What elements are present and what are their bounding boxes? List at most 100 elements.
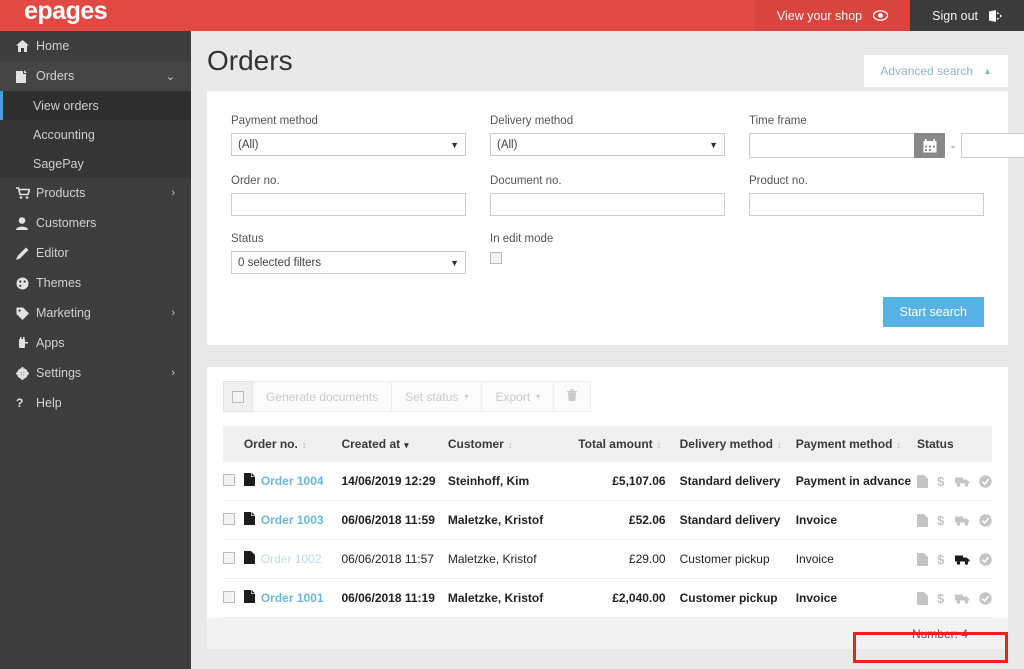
check-circle-icon[interactable] (979, 552, 992, 566)
delivery-method-label: Delivery method (490, 115, 574, 127)
export-label: Export (495, 389, 531, 404)
truck-icon[interactable] (955, 593, 970, 604)
sort-icon: ↕ (301, 440, 307, 450)
header-payment-method[interactable]: Payment method ↕ (795, 426, 917, 462)
page-header: Orders Advanced search ▲ (191, 31, 1024, 91)
generate-documents-button[interactable]: Generate documents (253, 381, 393, 412)
check-circle-icon[interactable] (979, 513, 992, 527)
chevron-down-icon: ⌄ (165, 70, 175, 83)
order-link[interactable]: Order 1002 (243, 551, 322, 567)
export-button[interactable]: Export ▾ (482, 381, 555, 412)
table-row[interactable]: Order 1004 14/06/2019 12:29 Steinhoff, Kim… (223, 462, 992, 501)
check-circle-icon[interactable] (979, 591, 992, 605)
sidebar-item-view-orders[interactable]: View orders (0, 91, 191, 120)
document-icon[interactable] (917, 552, 928, 566)
row-checkbox[interactable] (223, 551, 235, 564)
dollar-icon[interactable]: $ (937, 474, 946, 488)
generate-documents-label: Generate documents (266, 389, 379, 404)
sidebar-item-sagepay[interactable]: SagePay (0, 149, 191, 178)
sidebar-item-settings[interactable]: Settings › (0, 358, 191, 388)
sidebar-item-apps[interactable]: Apps (0, 328, 191, 358)
sidebar-item-products[interactable]: Products › (0, 178, 191, 208)
table-row[interactable]: Order 1002 06/06/2018 11:57 Maletzke, Kris… (223, 539, 992, 579)
sidebar-label-sagepay: SagePay (33, 156, 84, 171)
time-frame-field: Time frame - (749, 115, 1024, 158)
sign-out-button[interactable]: Sign out (910, 0, 1024, 31)
order-document-icon (243, 473, 255, 489)
table-row[interactable]: Order 1001 06/06/2018 11:19 Maletzke, Kris… (223, 578, 992, 618)
sidebar-item-home[interactable]: Home (0, 31, 191, 61)
header-order-no[interactable]: Order no. ↕ (243, 426, 342, 462)
start-search-button[interactable]: Start search (882, 297, 984, 327)
sidebar-label-home: Home (36, 39, 70, 53)
advanced-search-toggle[interactable]: Advanced search ▲ (864, 55, 1008, 87)
sidebar-item-editor[interactable]: Editor (0, 238, 191, 268)
product-no-input[interactable] (749, 193, 984, 216)
document-icon[interactable] (917, 513, 928, 527)
top-bar: epages View your shop Sign out (0, 0, 1024, 31)
row-order-no-cell: Order 1002 (243, 539, 342, 579)
sidebar-item-orders[interactable]: Orders ⌄ (0, 61, 191, 91)
delete-button[interactable] (554, 381, 592, 412)
order-link[interactable]: Order 1003 (243, 512, 324, 528)
sidebar-item-marketing[interactable]: Marketing › (0, 298, 191, 328)
truck-icon[interactable] (955, 515, 970, 526)
dollar-icon[interactable]: $ (937, 591, 946, 605)
orders-table-footer: Number: 4 (207, 618, 1008, 649)
header-delivery-method[interactable]: Delivery method ↕ (679, 426, 796, 462)
document-icon[interactable] (917, 591, 928, 605)
search-row-2: Order no. Document no. Product no. (231, 175, 984, 216)
row-status: $ (917, 578, 992, 618)
orders-icon (16, 69, 36, 83)
view-shop-label: View your shop (776, 8, 863, 23)
row-total-amount: £29.00 (578, 539, 680, 579)
row-customer: Steinhoff, Kim (447, 462, 579, 501)
select-all-checkbox[interactable] (223, 381, 253, 412)
dollar-icon[interactable]: $ (937, 552, 946, 566)
sidebar-item-help[interactable]: ? Help (0, 388, 191, 418)
sidebar-item-themes[interactable]: Themes (0, 268, 191, 298)
header-checkbox (223, 426, 244, 462)
header-delivery-method-label: Delivery method (679, 437, 773, 451)
header-created-at[interactable]: Created at ▾ (341, 426, 448, 462)
set-status-button[interactable]: Set status ▾ (392, 381, 483, 412)
order-link[interactable]: Order 1001 (243, 590, 324, 606)
document-icon[interactable] (917, 474, 928, 488)
time-frame-separator: - (951, 138, 955, 153)
time-frame-to-input[interactable] (961, 133, 1024, 158)
in-edit-mode-checkbox[interactable] (490, 252, 502, 264)
document-no-label: Document no. (490, 175, 562, 187)
delivery-method-value: (All) (497, 138, 518, 151)
row-checkbox[interactable] (223, 512, 235, 525)
sort-icon: ↕ (776, 440, 782, 450)
calendar-icon-from[interactable] (914, 133, 945, 158)
row-checkbox-cell (223, 462, 244, 501)
row-checkbox[interactable] (223, 590, 235, 603)
order-no-input[interactable] (231, 193, 466, 216)
check-circle-icon[interactable] (979, 474, 992, 488)
sidebar-item-accounting[interactable]: Accounting (0, 120, 191, 149)
dollar-icon[interactable]: $ (937, 513, 946, 527)
document-no-input[interactable] (490, 193, 725, 216)
search-row-3: Status 0 selected filters ▼ In edit mode (231, 233, 984, 274)
eye-icon (872, 10, 889, 21)
order-no-label: Order 1004 (260, 474, 324, 488)
header-total-amount[interactable]: Total amount ↕ (578, 426, 680, 462)
chevron-right-icon: › (171, 367, 175, 379)
status-select[interactable]: 0 selected filters ▼ (231, 251, 466, 274)
view-your-shop-button[interactable]: View your shop (754, 0, 911, 31)
order-no-label: Order 1001 (260, 591, 324, 605)
table-row[interactable]: Order 1003 06/06/2018 11:59 Maletzke, Kris… (223, 500, 992, 540)
truck-icon[interactable] (955, 476, 970, 487)
question-icon: ? (16, 396, 24, 410)
payment-method-select[interactable]: (All) ▼ (231, 133, 466, 156)
header-customer[interactable]: Customer ↕ (447, 426, 579, 462)
sidebar-item-customers[interactable]: Customers (0, 208, 191, 238)
time-frame-from-input[interactable] (749, 133, 914, 158)
delivery-method-select[interactable]: (All) ▼ (490, 133, 725, 156)
order-link[interactable]: Order 1004 (243, 473, 324, 489)
gear-icon (16, 366, 36, 380)
truck-icon[interactable] (955, 554, 970, 565)
row-checkbox[interactable] (223, 473, 235, 486)
sidebar-label-customers: Customers (36, 216, 97, 230)
